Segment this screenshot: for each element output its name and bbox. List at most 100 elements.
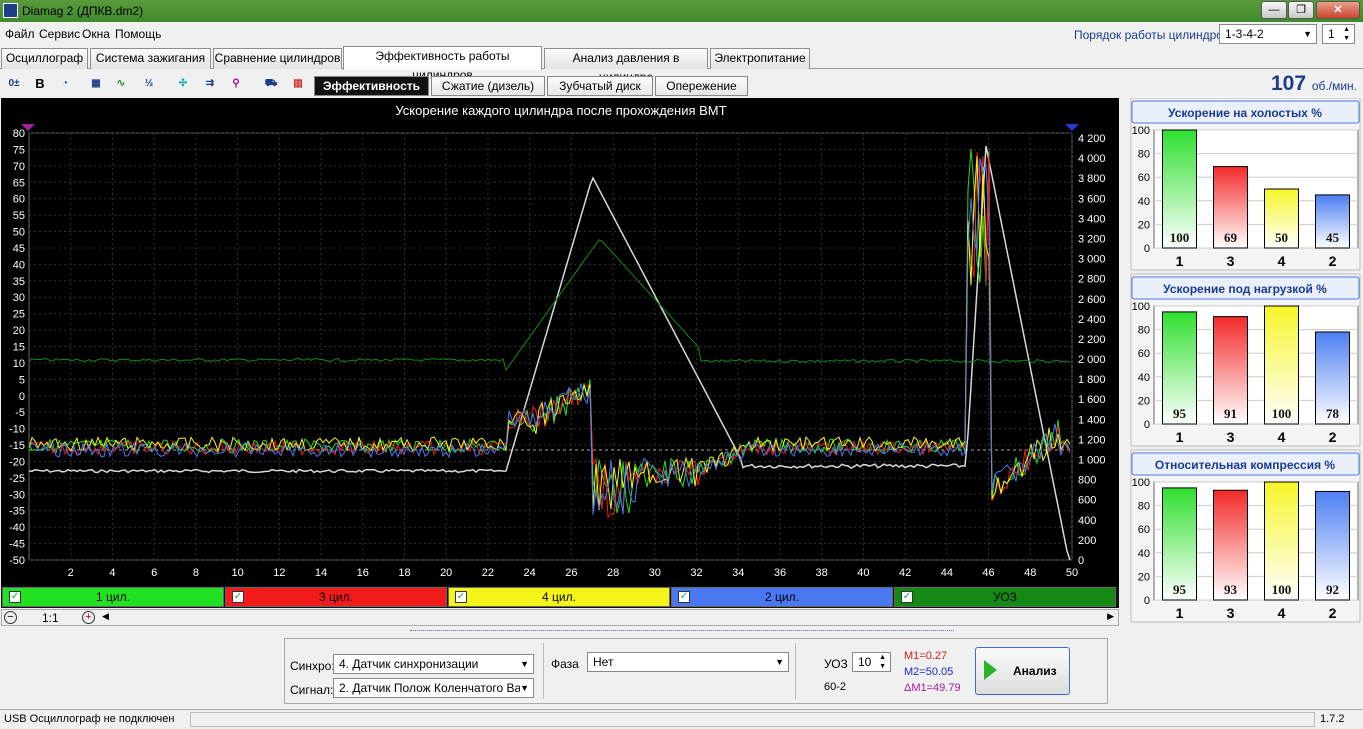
- right-cursor-marker[interactable]: [1065, 124, 1079, 131]
- x-tick: 20: [440, 567, 452, 579]
- rpm-gauge-icon[interactable]: ◔: [55, 74, 75, 94]
- table-icon[interactable]: ▦: [86, 74, 106, 94]
- y-left-tick: 5: [19, 374, 25, 386]
- sequence-icon[interactable]: ⇉: [200, 74, 220, 94]
- y-left-tick: -15: [9, 440, 25, 452]
- curve-icon[interactable]: ∿: [111, 74, 131, 94]
- y-tick: 100: [1132, 301, 1150, 313]
- y-left-tick: -40: [9, 522, 25, 534]
- y-left-tick: 80: [13, 128, 25, 140]
- legend-cyl-2[interactable]: ✓ 2 цил.: [671, 587, 893, 607]
- subtab-efficiency[interactable]: Эффективность: [314, 76, 429, 96]
- category-label: 1: [1176, 605, 1184, 621]
- menu-windows[interactable]: Окна: [82, 27, 110, 41]
- y-left-tick: 30: [13, 292, 25, 304]
- sync-select[interactable]: 4. Датчик синхронизации ▼: [333, 654, 534, 674]
- category-label: 2: [1329, 253, 1337, 269]
- bars-icon[interactable]: ▥: [288, 74, 308, 94]
- car-icon[interactable]: ⛟: [261, 74, 281, 94]
- check-icon[interactable]: ✓: [678, 591, 690, 603]
- y-left-tick: 40: [13, 259, 25, 271]
- y-right-tick: 600: [1078, 495, 1096, 507]
- y-right-tick: 3 000: [1078, 254, 1106, 266]
- x-tick: 4: [109, 567, 115, 579]
- tab-cylinder-efficiency[interactable]: Эффективность работы цилиндров: [343, 46, 542, 82]
- bold-icon[interactable]: B: [30, 74, 50, 94]
- maximize-button[interactable]: ❐: [1288, 1, 1314, 19]
- y-left-tick: 55: [13, 210, 25, 222]
- fraction-icon[interactable]: ½: [139, 74, 159, 94]
- tab-pressure-analysis[interactable]: Анализ давления в цилиндре: [544, 48, 708, 84]
- legend-uoz[interactable]: ✓ УОЗ: [894, 587, 1116, 607]
- close-button[interactable]: ✕: [1316, 1, 1360, 19]
- spin-arrows-icon: ▲ ▼: [879, 654, 886, 670]
- x-tick: 24: [524, 567, 536, 579]
- check-icon[interactable]: ✓: [455, 591, 467, 603]
- menu-file[interactable]: Файл: [5, 27, 35, 41]
- splitter-handle[interactable]: [410, 630, 954, 634]
- y-tick: 0: [1144, 595, 1150, 607]
- y-left-tick: -50: [9, 555, 25, 567]
- oscilloscope-svg: Ускорение каждого цилиндра после прохожд…: [9, 103, 1106, 579]
- scale-icon[interactable]: 0±: [4, 74, 24, 94]
- subtab-compression[interactable]: Сжатие (дизель): [431, 76, 545, 96]
- y-left-tick: 35: [13, 276, 25, 288]
- uoz-label: УОЗ: [824, 657, 848, 671]
- y-left-tick: -20: [9, 456, 25, 468]
- y-tick: 0: [1144, 419, 1150, 431]
- scroll-right-icon[interactable]: ▶: [1107, 611, 1114, 622]
- app-icon: [3, 3, 18, 18]
- x-tick: 22: [482, 567, 494, 579]
- y-right-tick: 0: [1078, 555, 1084, 567]
- analyze-button[interactable]: Анализ: [975, 647, 1070, 695]
- main-tabs: Осциллограф Система зажигания Сравнение …: [0, 46, 1363, 84]
- cylinder-order-label: Порядок работы цилиндров: [1074, 28, 1230, 42]
- y-tick: 80: [1138, 149, 1150, 161]
- check-icon[interactable]: ✓: [9, 591, 21, 603]
- uoz-spin[interactable]: 10 ▲ ▼: [852, 652, 891, 672]
- filter-icon[interactable]: ⚲: [226, 74, 246, 94]
- bar-value-label: 100: [1272, 406, 1292, 421]
- marker-m1: M1=0.27: [904, 650, 948, 662]
- zoom-bar: − 1:1 + ◀ ▶: [1, 609, 1119, 626]
- zoom-out-icon[interactable]: −: [4, 611, 17, 624]
- cylinder-order-select[interactable]: 1-3-4-2 ▼: [1219, 24, 1317, 44]
- chevron-down-icon: ▼: [520, 679, 529, 697]
- legend-cyl-4[interactable]: ✓ 4 цил.: [448, 587, 670, 607]
- y-left-tick: 20: [13, 325, 25, 337]
- subtab-toothed-disc[interactable]: Зубчатый диск: [547, 76, 653, 96]
- legend-cyl-3[interactable]: ✓ 3 цил.: [225, 587, 447, 607]
- y-left-tick: 0: [19, 391, 25, 403]
- efficiency-chart: Ускорение под нагрузкой % 100 80 60 40 20 0 95 1…: [1130, 273, 1361, 447]
- legend-label: 3 цил.: [319, 590, 353, 604]
- signal-select[interactable]: 2. Датчик Полож Коленчатого Вал ▼: [333, 678, 534, 698]
- category-label: 3: [1227, 429, 1235, 445]
- channel-legend: ✓ 1 цил. ✓ 3 цил. ✓ 4 цил. ✓ 2 цил. ✓ УОЗ: [1, 586, 1119, 608]
- x-tick: 28: [607, 567, 619, 579]
- tab-power[interactable]: Электропитание: [710, 48, 810, 69]
- legend-cyl-1[interactable]: ✓ 1 цил.: [2, 587, 224, 607]
- scroll-left-icon[interactable]: ◀: [102, 611, 109, 622]
- check-icon[interactable]: ✓: [232, 591, 244, 603]
- tab-ignition[interactable]: Система зажигания: [90, 48, 211, 69]
- oscilloscope-plot[interactable]: Ускорение каждого цилиндра после прохожд…: [1, 98, 1119, 586]
- y-left-tick: 75: [13, 144, 25, 156]
- bar-value-label: 50: [1275, 230, 1288, 245]
- y-tick: 20: [1138, 571, 1150, 583]
- menu-service[interactable]: Сервис: [39, 27, 80, 41]
- tab-oscilloscope[interactable]: Осциллограф: [1, 48, 88, 69]
- phase-select[interactable]: Нет ▼: [587, 652, 789, 672]
- minimize-button[interactable]: —: [1261, 1, 1287, 19]
- fan-icon[interactable]: ✣: [173, 74, 193, 94]
- subtab-advance[interactable]: Опережение: [655, 76, 748, 96]
- check-icon[interactable]: ✓: [901, 591, 913, 603]
- y-tick: 0: [1144, 243, 1150, 255]
- cylinder-spin[interactable]: 1 ▲ ▼: [1322, 24, 1355, 44]
- zoom-in-icon[interactable]: +: [82, 611, 95, 624]
- teeth-pattern: 60-2: [824, 681, 847, 693]
- menu-help[interactable]: Помощь: [115, 27, 161, 41]
- tab-cylinder-compare[interactable]: Сравнение цилиндров: [213, 48, 342, 69]
- bar-value-label: 100: [1170, 230, 1190, 245]
- phase-value: Нет: [593, 655, 614, 669]
- x-tick: 6: [151, 567, 157, 579]
